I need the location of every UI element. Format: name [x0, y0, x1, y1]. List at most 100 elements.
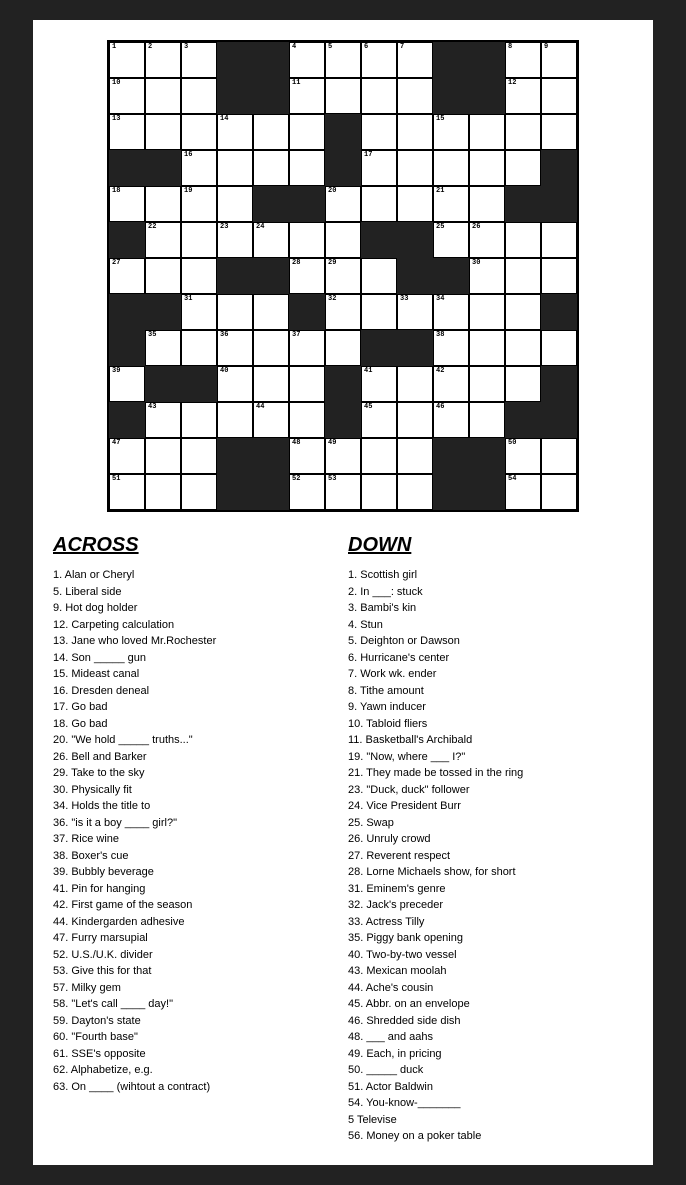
- cell-8-9: 38: [433, 330, 469, 366]
- cell-3-7: 17: [361, 150, 397, 186]
- cell-0-0: 1: [109, 42, 145, 78]
- clue-item: 59. Dayton's state: [53, 1013, 338, 1030]
- clue-item: 58. "Let's call ____ day!": [53, 996, 338, 1013]
- cell-0-7: 6: [361, 42, 397, 78]
- cell-0-11: 8: [505, 42, 541, 78]
- cell-12-5: 52: [289, 474, 325, 510]
- cell-8-0: [109, 330, 145, 366]
- clue-item: 44. Ache's cousin: [348, 980, 633, 997]
- cell-8-2: [181, 330, 217, 366]
- cell-1-9: [433, 78, 469, 114]
- cell-10-12: [541, 402, 577, 438]
- cell-8-6: [325, 330, 361, 366]
- cell-9-0: 39: [109, 366, 145, 402]
- cell-1-8: [397, 78, 433, 114]
- cell-4-0: 18: [109, 186, 145, 222]
- clue-item: 4. Stun: [348, 617, 633, 634]
- cell-0-4: [253, 42, 289, 78]
- cell-1-10: [469, 78, 505, 114]
- clue-item: 19. "Now, where ___ I?": [348, 749, 633, 766]
- clues-section: ACROSS 1. Alan or Cheryl5. Liberal side9…: [53, 530, 633, 1145]
- cell-10-2: [181, 402, 217, 438]
- cell-8-10: [469, 330, 505, 366]
- clue-item: 63. On ____ (wihtout a contract): [53, 1079, 338, 1096]
- clue-item: 20. "We hold _____ truths...": [53, 732, 338, 749]
- cell-11-6: 49: [325, 438, 361, 474]
- cell-3-6: [325, 150, 361, 186]
- cell-0-10: [469, 42, 505, 78]
- cell-3-0: [109, 150, 145, 186]
- cell-11-12: [541, 438, 577, 474]
- clue-item: 50. _____ duck: [348, 1062, 633, 1079]
- cell-5-12: [541, 222, 577, 258]
- cell-0-12: 9: [541, 42, 577, 78]
- cell-8-1: 35: [145, 330, 181, 366]
- cell-6-2: [181, 258, 217, 294]
- cell-12-2: [181, 474, 217, 510]
- cell-10-10: [469, 402, 505, 438]
- cell-11-7: [361, 438, 397, 474]
- crossword-grid: 1234567891011121314151617181920212223242…: [107, 40, 579, 512]
- cell-9-5: [289, 366, 325, 402]
- cell-2-11: [505, 114, 541, 150]
- cell-6-6: 29: [325, 258, 361, 294]
- cell-6-0: 27: [109, 258, 145, 294]
- cell-1-1: [145, 78, 181, 114]
- cell-3-5: [289, 150, 325, 186]
- cell-7-6: 32: [325, 294, 361, 330]
- clue-item: 51. Actor Baldwin: [348, 1079, 633, 1096]
- cell-10-7: 45: [361, 402, 397, 438]
- clue-item: 3. Bambi's kin: [348, 600, 633, 617]
- clue-item: 42. First game of the season: [53, 897, 338, 914]
- cell-2-1: [145, 114, 181, 150]
- cell-2-5: [289, 114, 325, 150]
- cell-3-8: [397, 150, 433, 186]
- cell-3-3: [217, 150, 253, 186]
- clue-item: 14. Son _____ gun: [53, 650, 338, 667]
- cell-10-6: [325, 402, 361, 438]
- cell-9-9: 42: [433, 366, 469, 402]
- cell-7-2: 31: [181, 294, 217, 330]
- cell-2-7: [361, 114, 397, 150]
- clue-item: 5. Deighton or Dawson: [348, 633, 633, 650]
- cell-4-1: [145, 186, 181, 222]
- cell-9-6: [325, 366, 361, 402]
- cell-12-12: [541, 474, 577, 510]
- cell-9-4: [253, 366, 289, 402]
- clue-item: 39. Bubbly beverage: [53, 864, 338, 881]
- cell-4-11: [505, 186, 541, 222]
- across-list: 1. Alan or Cheryl5. Liberal side9. Hot d…: [53, 567, 338, 1095]
- clue-item: 7. Work wk. ender: [348, 666, 633, 683]
- clue-item: 6. Hurricane's center: [348, 650, 633, 667]
- cell-7-1: [145, 294, 181, 330]
- cell-5-9: 25: [433, 222, 469, 258]
- cell-1-5: 11: [289, 78, 325, 114]
- clue-item: 48. ___ and aahs: [348, 1029, 633, 1046]
- cell-8-7: [361, 330, 397, 366]
- cell-5-0: [109, 222, 145, 258]
- cell-4-8: [397, 186, 433, 222]
- clue-item: 38. Boxer's cue: [53, 848, 338, 865]
- cell-1-12: [541, 78, 577, 114]
- cell-6-1: [145, 258, 181, 294]
- cell-7-0: [109, 294, 145, 330]
- cell-8-11: [505, 330, 541, 366]
- cell-3-11: [505, 150, 541, 186]
- cell-2-12: [541, 114, 577, 150]
- clue-item: 37. Rice wine: [53, 831, 338, 848]
- cell-1-0: 10: [109, 78, 145, 114]
- cell-7-8: 33: [397, 294, 433, 330]
- cell-9-7: 41: [361, 366, 397, 402]
- cell-12-4: [253, 474, 289, 510]
- cell-10-4: 44: [253, 402, 289, 438]
- clue-item: 1. Scottish girl: [348, 567, 633, 584]
- cell-9-8: [397, 366, 433, 402]
- cell-4-4: [253, 186, 289, 222]
- clue-item: 28. Lorne Michaels show, for short: [348, 864, 633, 881]
- cell-1-4: [253, 78, 289, 114]
- clue-item: 24. Vice President Burr: [348, 798, 633, 815]
- cell-10-0: [109, 402, 145, 438]
- clue-item: 27. Reverent respect: [348, 848, 633, 865]
- clue-item: 23. "Duck, duck" follower: [348, 782, 633, 799]
- cell-0-9: [433, 42, 469, 78]
